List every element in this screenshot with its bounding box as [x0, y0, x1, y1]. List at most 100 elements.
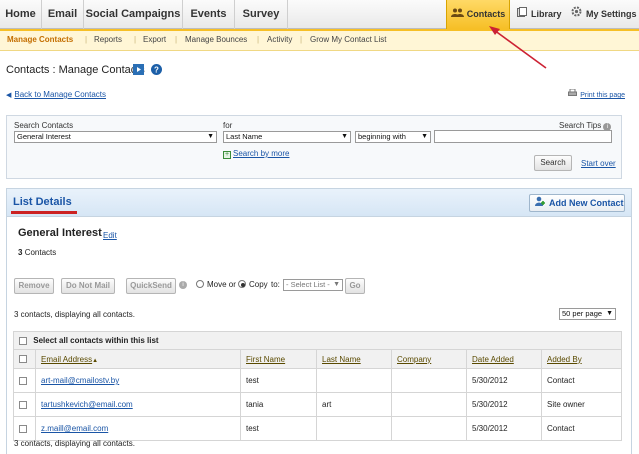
back-to-manage-contacts-link[interactable]: ◀ Back to Manage Contacts — [6, 90, 106, 99]
tab-library[interactable]: Library — [517, 0, 562, 29]
added-by-cell: Contact — [541, 416, 622, 441]
col-added-by-label: Added By — [547, 354, 582, 364]
select-list-value: - Select List - — [286, 280, 330, 289]
header-checkbox-cell — [13, 349, 36, 369]
col-company-label: Company — [397, 354, 432, 364]
last-name-cell — [316, 368, 392, 393]
list-select-value: General Interest — [17, 132, 71, 141]
help-icon[interactable]: ? — [151, 64, 162, 77]
select-all-checkbox[interactable] — [19, 336, 27, 345]
operator-select-value: beginning with — [358, 132, 406, 141]
my-settings-label: My Settings — [586, 9, 637, 19]
row-checkbox-cell — [13, 416, 36, 441]
tab-home[interactable]: Home — [0, 0, 42, 29]
tab-contacts[interactable]: Contacts — [446, 0, 510, 29]
start-over-link[interactable]: Start over — [581, 159, 616, 168]
search-by-more-link[interactable]: + Search by more — [223, 149, 289, 159]
dropdown-caret-icon: ▼ — [606, 310, 613, 317]
top-nav: Home Email Social Campaigns Events Surve… — [0, 0, 639, 29]
dropdown-caret-icon: ▼ — [207, 133, 214, 140]
company-cell — [391, 368, 467, 393]
col-email-address[interactable]: Email Address▲ — [35, 349, 241, 369]
table-row: art-mail@cmailostv.by test 5/30/2012 Con… — [13, 368, 622, 393]
email-link[interactable]: art-mail@cmailostv.by — [41, 376, 119, 385]
edit-list-link[interactable]: Edit — [103, 231, 117, 240]
col-first-name-label: First Name — [246, 354, 286, 364]
subnav-export[interactable]: Export — [143, 35, 166, 44]
header-checkbox[interactable] — [19, 355, 27, 364]
move-radio[interactable] — [196, 280, 204, 288]
info-icon: i — [179, 281, 187, 289]
row-checkbox[interactable] — [19, 424, 27, 433]
plus-icon: + — [223, 151, 231, 159]
subnav-divider: | — [257, 35, 260, 44]
chevron-left-icon: ◀ — [6, 92, 12, 99]
table-row: tartushkevich@email.com tania art 5/30/2… — [13, 392, 622, 417]
add-new-contact-button[interactable]: Add New Contact — [529, 194, 625, 212]
subnav-reports[interactable]: Reports — [94, 35, 122, 44]
tab-events[interactable]: Events — [183, 0, 235, 29]
tab-my-settings[interactable]: My Settings — [571, 0, 637, 29]
company-cell — [391, 392, 467, 417]
per-page-select[interactable]: 50 per page ▼ — [559, 308, 616, 320]
email-link[interactable]: tartushkevich@email.com — [41, 400, 133, 409]
contacts-table: Select all contacts within this list Ema… — [13, 331, 622, 441]
table-header: Email Address▲ First Name Last Name Comp… — [13, 349, 622, 369]
dropdown-caret-icon: ▼ — [341, 133, 348, 140]
col-last-name[interactable]: Last Name — [316, 349, 392, 369]
for-label: for — [223, 121, 233, 130]
row-checkbox-cell — [13, 392, 36, 417]
tab-survey[interactable]: Survey — [235, 0, 288, 29]
email-link[interactable]: z.maill@email.com — [41, 424, 108, 433]
list-select[interactable]: General Interest ▼ — [14, 131, 217, 143]
remove-button[interactable]: Remove — [14, 278, 54, 294]
dropdown-caret-icon: ▼ — [421, 133, 428, 140]
select-list-dropdown[interactable]: - Select List - ▼ — [283, 279, 343, 291]
date-added-cell: 5/30/2012 — [466, 392, 542, 417]
go-button[interactable]: Go — [345, 278, 365, 294]
quicksend-button[interactable]: QuickSend — [126, 278, 176, 294]
per-page-value: 50 per page — [562, 309, 603, 318]
search-button[interactable]: Search — [534, 155, 572, 171]
tab-email[interactable]: Email — [42, 0, 84, 29]
col-date-added[interactable]: Date Added — [466, 349, 542, 369]
col-added-by[interactable]: Added By — [541, 349, 622, 369]
summary-top: 3 contacts, displaying all contacts. — [14, 310, 135, 319]
subnav-activity[interactable]: Activity — [267, 35, 292, 44]
col-first-name[interactable]: First Name — [240, 349, 317, 369]
subnav-manage-contacts[interactable]: Manage Contacts — [7, 35, 73, 44]
operator-select[interactable]: beginning with ▼ — [355, 131, 431, 143]
to-label: to: — [271, 280, 280, 289]
list-details-header: List Details Add New Contact — [7, 189, 631, 217]
tab-social-campaigns[interactable]: Social Campaigns — [84, 0, 183, 29]
print-page-link[interactable]: Print this page — [568, 88, 625, 99]
list-details-panel: List Details Add New Contact General Int… — [6, 188, 632, 454]
do-not-mail-button[interactable]: Do Not Mail — [61, 278, 115, 294]
copy-radio[interactable] — [238, 280, 246, 288]
first-name-cell: test — [240, 416, 317, 441]
add-contact-icon — [535, 196, 546, 212]
subnav-divider: | — [85, 35, 88, 44]
contacts-count-number: 3 — [18, 248, 23, 257]
field-select[interactable]: Last Name ▼ — [223, 131, 351, 143]
separator-dash: - — [95, 230, 98, 239]
gear-icon — [571, 0, 582, 29]
sub-nav: Manage Contacts | Reports | Export | Man… — [0, 29, 639, 51]
row-checkbox[interactable] — [19, 376, 27, 385]
first-name-cell: tania — [240, 392, 317, 417]
contacts-count: 3 Contacts — [18, 248, 56, 257]
contacts-icon — [450, 0, 464, 29]
row-checkbox[interactable] — [19, 400, 27, 409]
search-query-input[interactable] — [434, 130, 612, 143]
list-name: General Interest — [18, 227, 102, 239]
row-checkbox-cell — [13, 368, 36, 393]
company-cell — [391, 416, 467, 441]
col-company[interactable]: Company — [391, 349, 467, 369]
library-icon — [517, 0, 527, 29]
tab-contacts-label: Contacts — [466, 9, 506, 19]
subnav-manage-bounces[interactable]: Manage Bounces — [185, 35, 247, 44]
added-by-cell: Site owner — [541, 392, 622, 417]
video-icon[interactable] — [133, 64, 144, 77]
date-added-cell: 5/30/2012 — [466, 368, 542, 393]
subnav-grow-my-contact-list[interactable]: Grow My Contact List — [310, 35, 386, 44]
